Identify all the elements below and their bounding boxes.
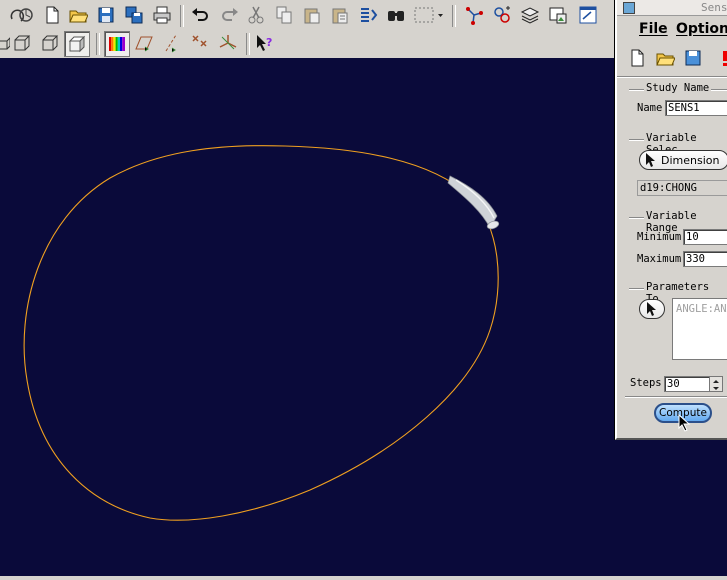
- whats-this-icon[interactable]: ?: [252, 31, 276, 55]
- spinner-arrows-icon: [713, 380, 719, 390]
- dialog-title: Sens: [701, 1, 727, 14]
- toolbar-separator: [96, 33, 100, 55]
- redo-icon[interactable]: [218, 3, 242, 27]
- paste-icon[interactable]: [300, 3, 324, 27]
- minimum-label: Minimum: [637, 231, 682, 243]
- new-file-icon[interactable]: [40, 3, 64, 27]
- hidden-line-cube-icon[interactable]: [10, 31, 34, 55]
- study-name-legend: Study Name: [644, 82, 712, 94]
- sensitivity-dialog: Sens File Options Study Name Name SENS1 …: [615, 0, 727, 440]
- view-dropdown-icon[interactable]: [412, 3, 444, 27]
- select-arrow-icon: [647, 302, 656, 316]
- shaded-cube-icon[interactable]: [64, 31, 90, 57]
- wireframe-cube-icon[interactable]: [0, 31, 10, 55]
- layers-icon[interactable]: [518, 3, 542, 27]
- repaint-icon[interactable]: [356, 3, 380, 27]
- steps-field[interactable]: 30: [664, 376, 710, 392]
- select-arrow-icon: [646, 153, 655, 167]
- paste-special-icon[interactable]: [328, 3, 352, 27]
- steps-spinner[interactable]: [709, 376, 723, 392]
- dimension-button[interactable]: Dimension: [639, 150, 727, 170]
- window-edge-icon: [604, 3, 614, 27]
- menu-options[interactable]: Options: [676, 21, 727, 37]
- study-name-field[interactable]: SENS1: [665, 100, 727, 116]
- datum-icon[interactable]: [462, 3, 486, 27]
- no-hidden-cube-icon[interactable]: [38, 31, 62, 55]
- image-icon[interactable]: [546, 3, 570, 27]
- model-tree-icon[interactable]: [490, 3, 514, 27]
- cut-icon[interactable]: [244, 3, 268, 27]
- open-folder-icon[interactable]: [655, 48, 676, 68]
- copy-icon[interactable]: [272, 3, 296, 27]
- open-folder-icon[interactable]: [66, 3, 90, 27]
- toolbar-separator: [246, 33, 250, 55]
- swept-tube: [447, 175, 500, 230]
- coord-sys-icon[interactable]: [216, 31, 240, 55]
- dialog-title-bar[interactable]: Sens: [617, 0, 727, 16]
- minimum-field[interactable]: 10: [683, 229, 727, 245]
- datum-axes-icon[interactable]: [160, 31, 184, 55]
- dialog-menubar: File Options: [617, 18, 727, 42]
- redo-regen-icon[interactable]: [14, 3, 38, 27]
- alert-icon[interactable]: [721, 48, 727, 68]
- toolbar-separator: [180, 5, 184, 27]
- menu-file[interactable]: File: [639, 21, 668, 37]
- select-parameter-button[interactable]: [639, 299, 665, 319]
- save-copy-icon[interactable]: [122, 3, 146, 27]
- status-strip: [0, 576, 727, 580]
- svg-text:?: ?: [266, 36, 272, 49]
- app-icon: [623, 2, 635, 14]
- toolbar-separator: [452, 5, 456, 27]
- sketch-curve[interactable]: [23, 145, 499, 521]
- datum-planes-icon[interactable]: [132, 31, 156, 55]
- find-icon[interactable]: [384, 3, 408, 27]
- divider: [617, 76, 727, 78]
- parameters-list-item[interactable]: ANGLE:ANA: [676, 303, 727, 315]
- mouse-cursor-icon: [678, 414, 691, 432]
- divider: [625, 396, 727, 398]
- name-label: Name: [637, 102, 663, 114]
- spectrum-icon[interactable]: [104, 31, 130, 57]
- print-icon[interactable]: [150, 3, 174, 27]
- new-doc-icon[interactable]: [627, 48, 647, 68]
- window-icon[interactable]: [576, 3, 600, 27]
- datum-points-icon[interactable]: [188, 31, 212, 55]
- maximum-label: Maximum: [637, 253, 682, 265]
- selected-variable-field[interactable]: d19:CHONG: [637, 180, 727, 196]
- dimension-button-label: Dimension: [661, 153, 720, 167]
- undo-icon[interactable]: [188, 3, 212, 27]
- dialog-toolbar: [617, 46, 727, 72]
- parameters-list[interactable]: ANGLE:ANA: [672, 298, 727, 360]
- save-icon[interactable]: [683, 48, 703, 68]
- steps-label: Steps: [630, 377, 662, 389]
- maximum-field[interactable]: 330: [683, 251, 727, 267]
- save-icon[interactable]: [94, 3, 118, 27]
